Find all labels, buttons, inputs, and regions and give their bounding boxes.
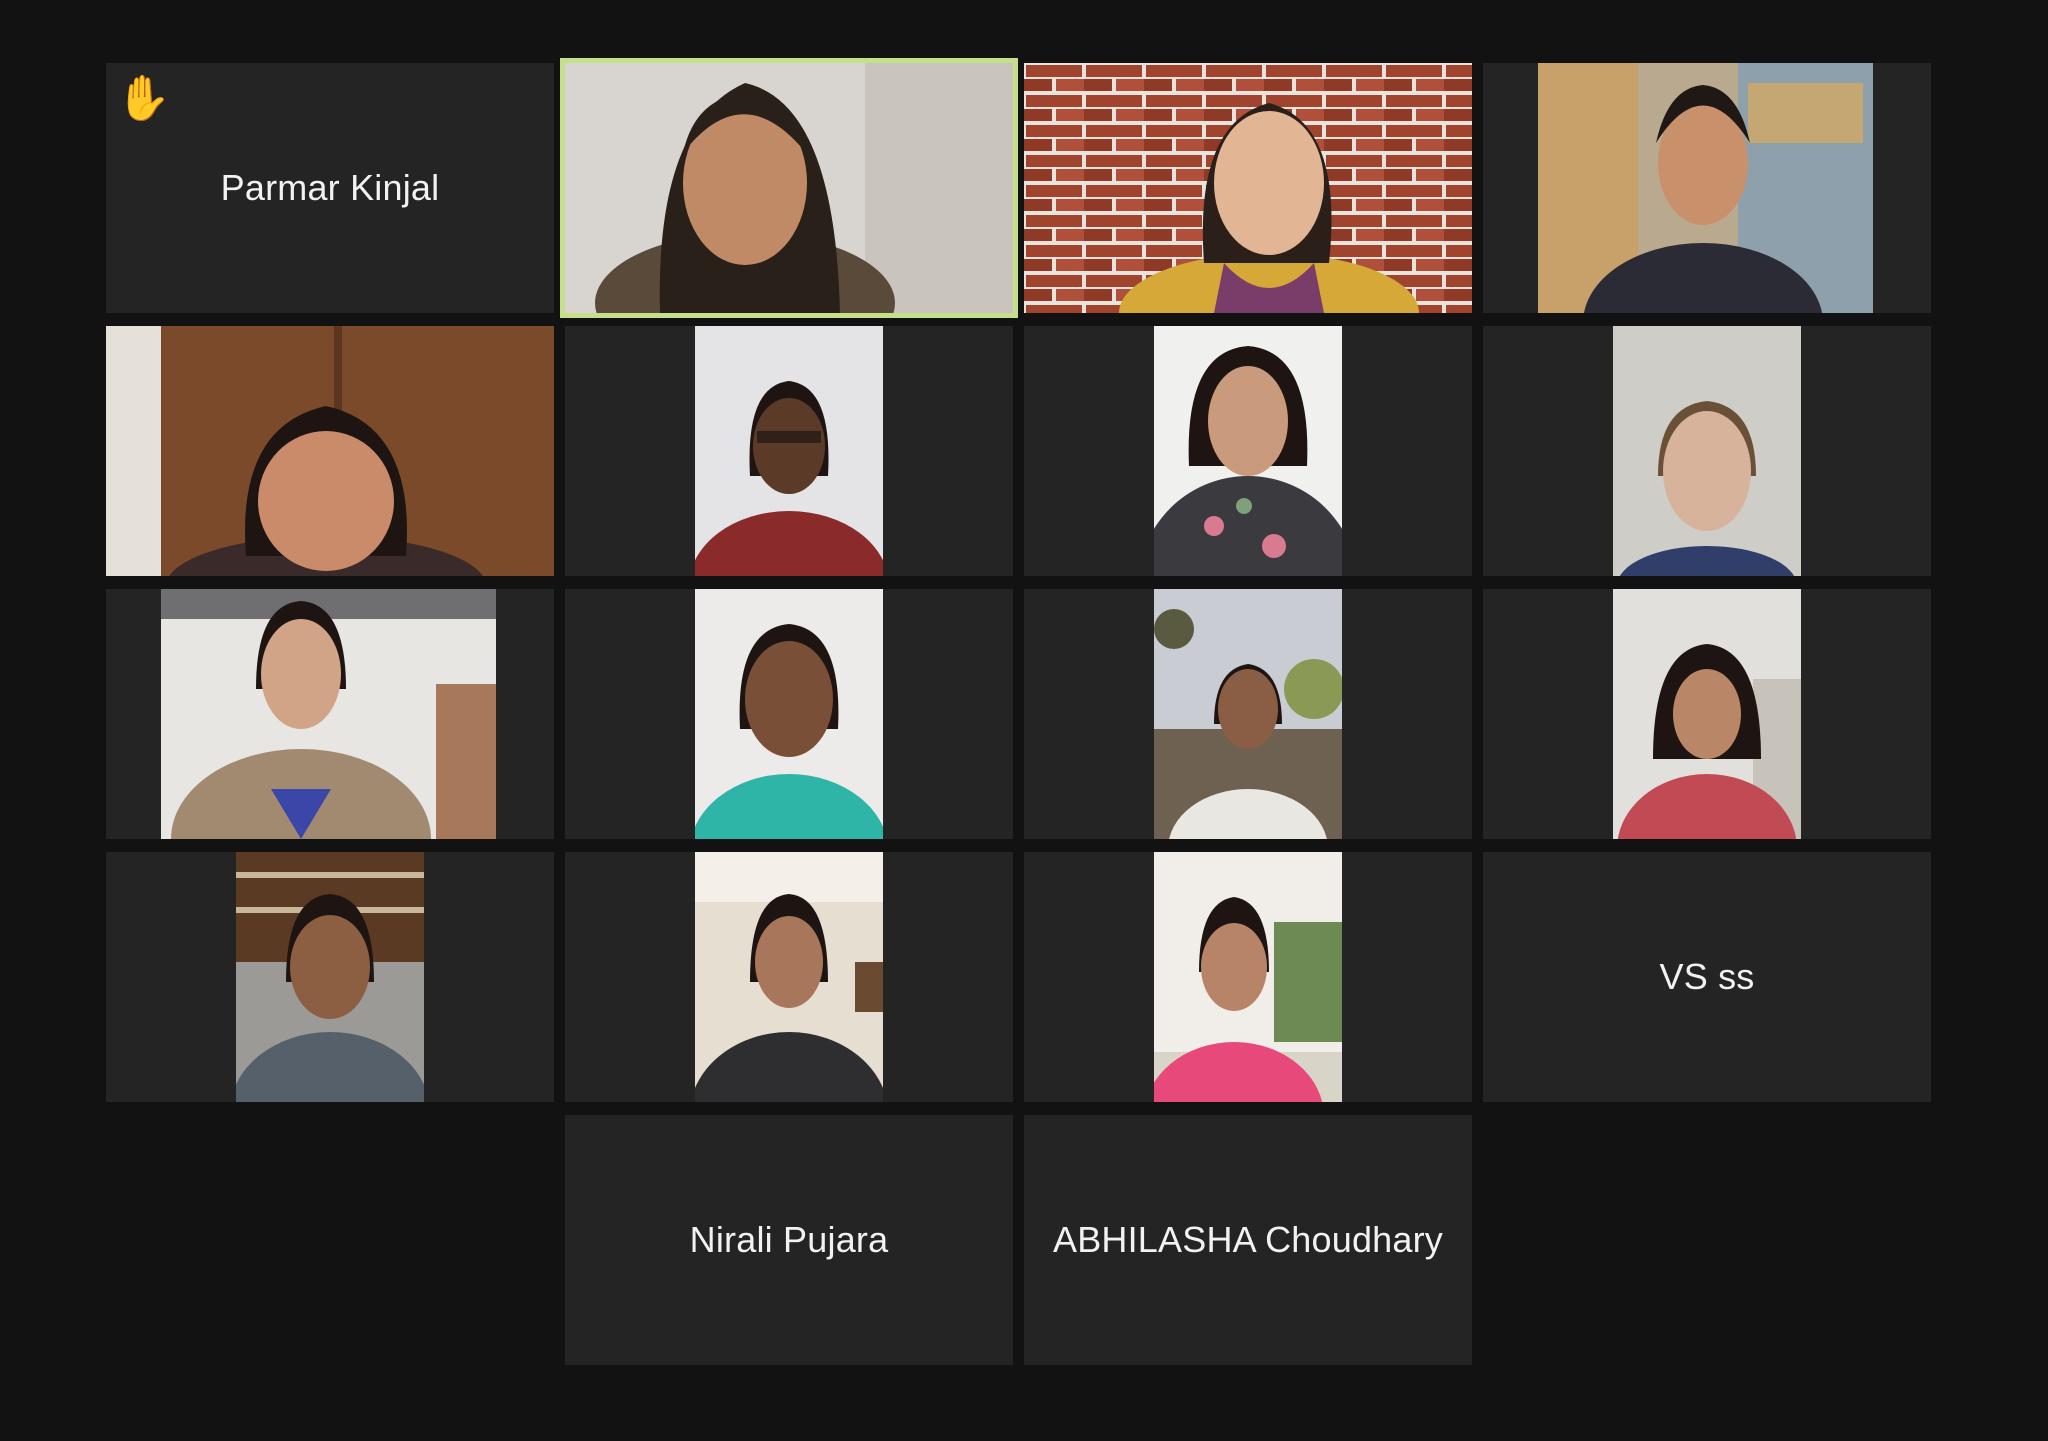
- participant-tile[interactable]: [106, 589, 554, 839]
- participant-tile[interactable]: VS ss: [1483, 852, 1931, 1102]
- participant-video: [695, 589, 883, 839]
- participant-tile[interactable]: [1483, 326, 1931, 576]
- participant-video: [161, 589, 496, 839]
- participant-name: Parmar Kinjal: [220, 167, 440, 208]
- participant-video: [106, 326, 554, 576]
- participant-tile[interactable]: [1024, 589, 1472, 839]
- participant-tile[interactable]: ✋ Parmar Kinjal: [106, 63, 554, 313]
- participant-tile[interactable]: [565, 852, 1013, 1102]
- participant-video: [236, 852, 424, 1102]
- participant-name: Nirali Pujara: [689, 1219, 889, 1260]
- participant-video: [1024, 63, 1472, 313]
- gallery-grid: ✋ Parmar Kinjal VS ss Nirali Pujara ABHI…: [106, 58, 1932, 1365]
- participant-video: [1154, 589, 1342, 839]
- participant-name: ABHILASHA Choudhary: [1052, 1219, 1443, 1260]
- participant-video: [1154, 326, 1342, 576]
- participant-video: [565, 63, 1013, 313]
- participant-video: [1613, 326, 1801, 576]
- participant-video: [1154, 852, 1342, 1102]
- participant-tile[interactable]: [1483, 589, 1931, 839]
- participant-tile[interactable]: [1024, 326, 1472, 576]
- participant-tile[interactable]: [106, 326, 554, 576]
- participant-video: [1613, 589, 1801, 839]
- participant-tile[interactable]: [565, 326, 1013, 576]
- participant-tile[interactable]: Nirali Pujara: [565, 1115, 1013, 1365]
- participant-video: [695, 852, 883, 1102]
- participant-tile-active-speaker[interactable]: [560, 58, 1018, 318]
- participant-video: [1538, 63, 1873, 313]
- participant-name: VS ss: [1659, 956, 1755, 997]
- participant-video: [695, 326, 883, 576]
- participant-tile[interactable]: ABHILASHA Choudhary: [1024, 1115, 1472, 1365]
- participant-tile[interactable]: [565, 589, 1013, 839]
- participant-tile[interactable]: [1483, 63, 1931, 313]
- participant-tile[interactable]: [1024, 852, 1472, 1102]
- participant-tile[interactable]: [1024, 63, 1472, 313]
- participant-tile[interactable]: [106, 852, 554, 1102]
